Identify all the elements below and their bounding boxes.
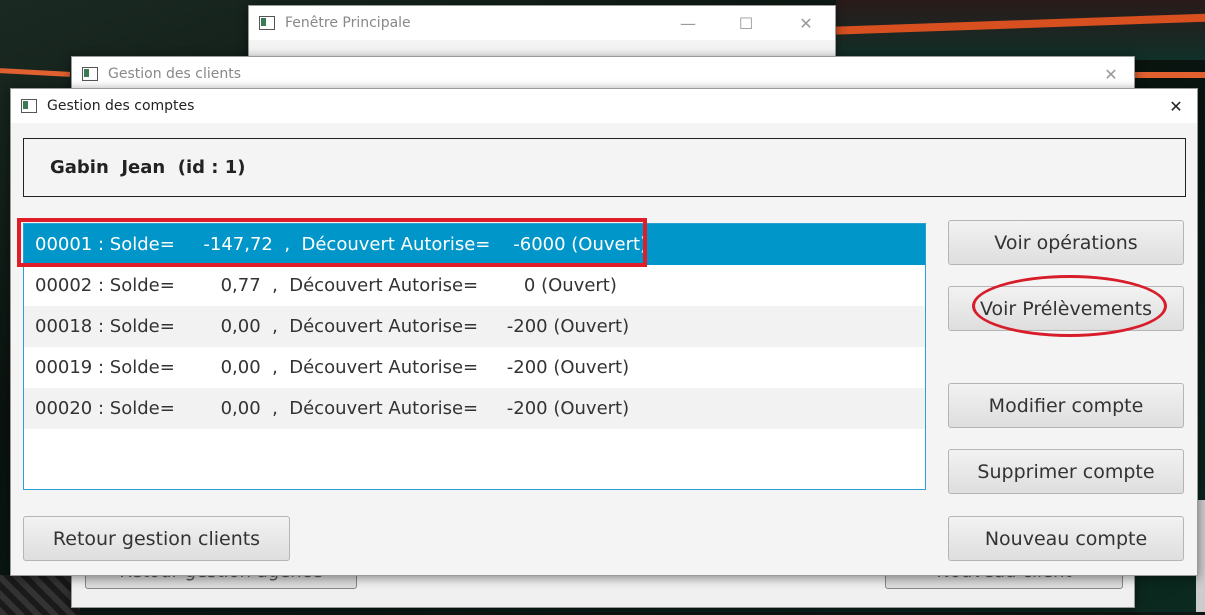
account-row[interactable]: 00018 : Solde= 0,00 , Découvert Autorise… xyxy=(24,306,925,347)
client-info-panel: Gabin Jean (id : 1) xyxy=(23,138,1186,197)
app-icon xyxy=(259,16,275,30)
voir-operations-button[interactable]: Voir opérations xyxy=(948,220,1184,265)
voir-prelevements-button[interactable]: Voir Prélèvements xyxy=(948,286,1184,331)
supprimer-compte-button[interactable]: Supprimer compte xyxy=(948,449,1184,494)
close-icon[interactable]: ✕ xyxy=(783,6,829,40)
client-label: Gabin Jean (id : 1) xyxy=(50,157,246,178)
maximize-icon[interactable]: ☐ xyxy=(723,6,769,40)
desktop-decoration xyxy=(0,575,80,615)
minimize-icon[interactable]: — xyxy=(665,6,711,40)
clients-window-title: Gestion des clients xyxy=(108,66,242,82)
comptes-window-titlebar[interactable]: Gestion des comptes ✕ xyxy=(11,89,1197,123)
close-icon[interactable]: ✕ xyxy=(1153,89,1199,123)
close-icon[interactable]: ✕ xyxy=(1088,57,1134,91)
account-row[interactable]: 00019 : Solde= 0,00 , Découvert Autorise… xyxy=(24,347,925,388)
account-row[interactable]: 00020 : Solde= 0,00 , Découvert Autorise… xyxy=(24,388,925,429)
comptes-window[interactable]: Gestion des comptes ✕ Gabin Jean (id : 1… xyxy=(10,88,1198,576)
accounts-list[interactable]: 00001 : Solde= -147,72 , Découvert Autor… xyxy=(23,223,926,490)
desktop-decoration xyxy=(1134,72,1205,78)
account-row[interactable]: 00001 : Solde= -147,72 , Découvert Autor… xyxy=(24,224,925,265)
app-icon xyxy=(82,67,98,81)
comptes-window-title: Gestion des comptes xyxy=(47,98,195,114)
retour-gestion-clients-button[interactable]: Retour gestion clients xyxy=(23,516,290,561)
nouveau-compte-button[interactable]: Nouveau compte xyxy=(948,516,1184,561)
clients-window-titlebar[interactable]: Gestion des clients ✕ xyxy=(72,57,1134,91)
app-icon xyxy=(21,99,37,113)
empty-row xyxy=(24,429,925,470)
main-window-title: Fenêtre Principale xyxy=(285,15,411,31)
account-row[interactable]: 00002 : Solde= 0,77 , Découvert Autorise… xyxy=(24,265,925,306)
main-window-titlebar[interactable]: Fenêtre Principale — ☐ ✕ xyxy=(249,6,835,40)
modifier-compte-button[interactable]: Modifier compte xyxy=(948,383,1184,428)
